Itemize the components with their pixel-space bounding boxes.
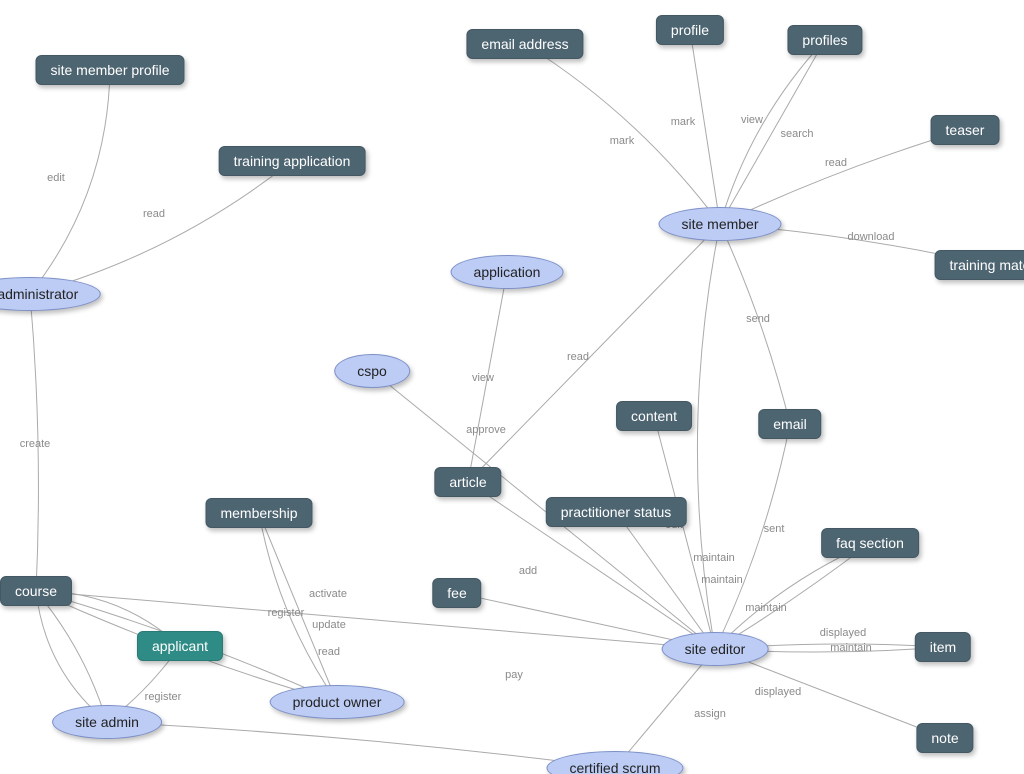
edge-e2 [30, 161, 292, 294]
edge-e1 [30, 70, 110, 294]
edge-e4 [525, 44, 720, 224]
edge-e21 [715, 649, 945, 738]
edge-e31 [107, 722, 615, 768]
edge-label-e13: approve [466, 424, 506, 436]
edge-label-e5: mark [671, 116, 695, 128]
edge-e17 [616, 512, 715, 649]
node-site_admin[interactable]: site admin [52, 705, 162, 739]
node-note[interactable]: note [916, 723, 973, 753]
edge-label-e17: maintain [693, 552, 735, 564]
node-membership[interactable]: membership [205, 498, 312, 528]
edge-e25 [259, 513, 337, 702]
node-application[interactable]: application [451, 255, 564, 289]
edge-label-e19: maintain [745, 602, 787, 614]
edge-label-e30: register [145, 691, 182, 703]
node-teaser[interactable]: teaser [931, 115, 1000, 145]
edge-e15 [654, 416, 715, 649]
edge-label-e3: create [20, 438, 51, 450]
edge-label-e7: search [780, 128, 813, 140]
graph-canvas[interactable]: edit read create mark mark view search read down… [0, 0, 1024, 774]
node-site_administrator[interactable]: te administrator [0, 277, 101, 311]
node-article[interactable]: article [434, 467, 501, 497]
edge-label-e18: maintain [701, 574, 743, 586]
node-fee[interactable]: fee [432, 578, 481, 608]
edge-label-e20b: maintain [830, 642, 872, 654]
edge-label-e16: sent [764, 523, 785, 535]
edge-e10 [720, 224, 790, 424]
edge-label-e8: read [825, 157, 847, 169]
edge-label-e20: displayed [820, 627, 866, 639]
edge-label-e9: download [847, 231, 894, 243]
edge-label-e2: read [143, 208, 165, 220]
node-training_application[interactable]: training application [219, 146, 366, 176]
node-profiles[interactable]: profiles [787, 25, 862, 55]
edge-label-e25: activate [309, 588, 347, 600]
edge-label-e6: view [741, 114, 763, 126]
edge-label-e23: pay [505, 669, 523, 681]
node-product_owner[interactable]: product owner [270, 685, 405, 719]
node-email[interactable]: email [758, 409, 821, 439]
node-site_member[interactable]: site member [658, 207, 781, 241]
edge-label-e28: read [318, 646, 340, 658]
edge-label-e4: mark [610, 135, 634, 147]
edge-label-e12: view [472, 372, 494, 384]
edge-label-e22: assign [694, 708, 726, 720]
edge-e7 [720, 40, 825, 224]
edge-label-e21: displayed [755, 686, 801, 698]
edge-label-e1: edit [47, 172, 65, 184]
edge-e22 [615, 649, 715, 768]
edge-label-e27: register [268, 607, 305, 619]
node-certified_scrum[interactable]: certified scrum [546, 751, 683, 774]
edge-e33 [36, 591, 107, 722]
edge-e5 [690, 30, 720, 224]
edge-e16 [715, 424, 790, 649]
node-site_editor[interactable]: site editor [662, 632, 769, 666]
node-course[interactable]: course [0, 576, 72, 606]
node-cspo[interactable]: cspo [334, 354, 410, 388]
edge-e26 [259, 513, 337, 702]
edge-e29 [36, 591, 107, 722]
node-content[interactable]: content [616, 401, 692, 431]
node-item[interactable]: item [915, 632, 971, 662]
node-faq_section[interactable]: faq section [821, 528, 919, 558]
edge-e6 [720, 40, 825, 224]
node-applicant[interactable]: applicant [137, 631, 223, 661]
node-email_address[interactable]: email address [466, 29, 583, 59]
node-site_member_profile[interactable]: site member profile [35, 55, 184, 85]
edge-label-e14: add [519, 565, 537, 577]
node-profile[interactable]: profile [656, 15, 724, 45]
edge-label-e11: read [567, 351, 589, 363]
node-practitioner_status[interactable]: practitioner status [546, 497, 687, 527]
edge-e3 [30, 294, 38, 591]
node-training_materials[interactable]: training mate [935, 250, 1024, 280]
edge-label-e26: update [312, 619, 346, 631]
edge-e32 [697, 224, 720, 649]
edge-label-e10: send [746, 313, 770, 325]
edge-e12 [468, 272, 507, 482]
